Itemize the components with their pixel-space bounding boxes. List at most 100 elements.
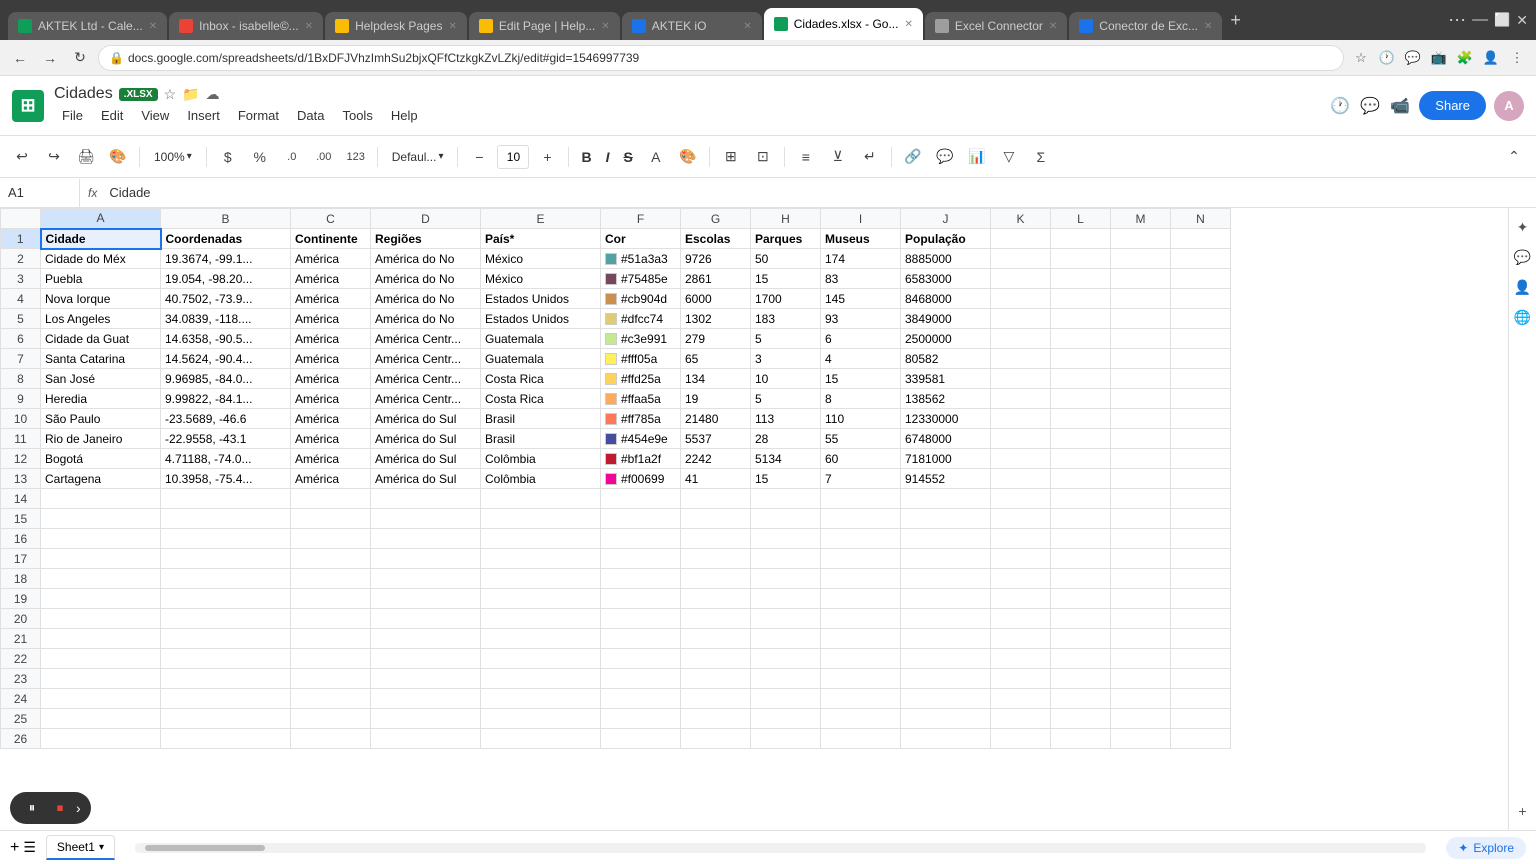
sidebar-chat-icon[interactable]: 💬: [1512, 246, 1534, 268]
cell-r18cD[interactable]: [371, 569, 481, 589]
cell-r23cM[interactable]: [1111, 669, 1171, 689]
cell-r25cJ[interactable]: [901, 709, 991, 729]
cell-r22cN[interactable]: [1171, 649, 1231, 669]
cell-r21cA[interactable]: [41, 629, 161, 649]
cell-r13cM[interactable]: [1111, 469, 1171, 489]
cell-r13cE[interactable]: Colômbia: [481, 469, 601, 489]
cell-r24cD[interactable]: [371, 689, 481, 709]
cell-r6cD[interactable]: América Centr...: [371, 329, 481, 349]
browser-tab-t7[interactable]: Excel Connector ✕: [925, 12, 1067, 40]
cell-r23cC[interactable]: [291, 669, 371, 689]
cell-r22cD[interactable]: [371, 649, 481, 669]
menu-item-format[interactable]: Format: [230, 105, 287, 126]
col-header-B[interactable]: B: [161, 209, 291, 229]
cell-r9cF[interactable]: #ffaa5a: [601, 389, 681, 409]
reload-button[interactable]: ↻: [68, 46, 92, 70]
cell-r16cG[interactable]: [681, 529, 751, 549]
add-sheet-icon[interactable]: +: [10, 839, 19, 857]
cell-r16cM[interactable]: [1111, 529, 1171, 549]
cell-r22cH[interactable]: [751, 649, 821, 669]
cell-r10cM[interactable]: [1111, 409, 1171, 429]
cell-r4cI[interactable]: 145: [821, 289, 901, 309]
cell-r22cK[interactable]: [991, 649, 1051, 669]
floating-next-button[interactable]: ›: [76, 800, 81, 816]
font-family-dropdown[interactable]: Defaul... ▾: [385, 143, 451, 171]
cell-r17cB[interactable]: [161, 549, 291, 569]
explore-button[interactable]: ✦ Explore: [1446, 837, 1526, 859]
row-header-1[interactable]: 1: [1, 229, 41, 249]
floating-stop-button[interactable]: ⏹: [48, 796, 72, 820]
cell-r20cM[interactable]: [1111, 609, 1171, 629]
link-button[interactable]: 🔗: [899, 143, 927, 171]
paint-format-button[interactable]: 🎨: [104, 143, 132, 171]
cell-r13cF[interactable]: #f00699: [601, 469, 681, 489]
cell-r5cJ[interactable]: 3849000: [901, 309, 991, 329]
cell-r21cI[interactable]: [821, 629, 901, 649]
cell-r17cJ[interactable]: [901, 549, 991, 569]
cell-r2cH[interactable]: 50: [751, 249, 821, 269]
cell-r17cF[interactable]: [601, 549, 681, 569]
cell-r15cK[interactable]: [991, 509, 1051, 529]
cell-r24cB[interactable]: [161, 689, 291, 709]
row-header-19[interactable]: 19: [1, 589, 41, 609]
menu-item-help[interactable]: Help: [383, 105, 426, 126]
cell-r9cA[interactable]: Heredia: [41, 389, 161, 409]
cell-r3cI[interactable]: 83: [821, 269, 901, 289]
cell-r13cA[interactable]: Cartagena: [41, 469, 161, 489]
decimal-decrease-button[interactable]: .0: [278, 143, 306, 171]
cell-r22cC[interactable]: [291, 649, 371, 669]
format-123-button[interactable]: 123: [342, 143, 370, 171]
cell-r21cG[interactable]: [681, 629, 751, 649]
cell-r15cE[interactable]: [481, 509, 601, 529]
cell-r21cL[interactable]: [1051, 629, 1111, 649]
cell-r14cK[interactable]: [991, 489, 1051, 509]
cell-r26cM[interactable]: [1111, 729, 1171, 749]
cell-r12cK[interactable]: [991, 449, 1051, 469]
percent-button[interactable]: %: [246, 143, 274, 171]
browser-tab-t8[interactable]: Conector de Exc... ✕: [1069, 12, 1222, 40]
cell-r22cM[interactable]: [1111, 649, 1171, 669]
cell-r18cJ[interactable]: [901, 569, 991, 589]
cell-r26cC[interactable]: [291, 729, 371, 749]
cell-r19cC[interactable]: [291, 589, 371, 609]
cell-r22cF[interactable]: [601, 649, 681, 669]
cell-r7cF[interactable]: #fff05a: [601, 349, 681, 369]
back-button[interactable]: ←: [8, 46, 32, 70]
cell-r2cE[interactable]: México: [481, 249, 601, 269]
cell-r9cM[interactable]: [1111, 389, 1171, 409]
cell-r14cL[interactable]: [1051, 489, 1111, 509]
cell-r13cK[interactable]: [991, 469, 1051, 489]
cell-r10cF[interactable]: #ff785a: [601, 409, 681, 429]
cell-r9cK[interactable]: [991, 389, 1051, 409]
cell-r6cC[interactable]: América: [291, 329, 371, 349]
browser-tab-t3[interactable]: Helpdesk Pages ✕: [325, 12, 467, 40]
cell-r22cB[interactable]: [161, 649, 291, 669]
cell-r4cM[interactable]: [1111, 289, 1171, 309]
cell-r8cB[interactable]: 9.96985, -84.0...: [161, 369, 291, 389]
cell-r9cB[interactable]: 9.99822, -84.1...: [161, 389, 291, 409]
menu-item-edit[interactable]: Edit: [93, 105, 131, 126]
cell-r18cM[interactable]: [1111, 569, 1171, 589]
cell-r17cN[interactable]: [1171, 549, 1231, 569]
browser-tab-t2[interactable]: Inbox - isabelle©... ✕: [169, 12, 323, 40]
cell-r1cN[interactable]: [1171, 229, 1231, 249]
cell-r2cK[interactable]: [991, 249, 1051, 269]
cell-r7cI[interactable]: 4: [821, 349, 901, 369]
cell-r24cH[interactable]: [751, 689, 821, 709]
cell-r24cF[interactable]: [601, 689, 681, 709]
cell-r8cM[interactable]: [1111, 369, 1171, 389]
tab-close[interactable]: ✕: [904, 19, 912, 30]
cell-r11cK[interactable]: [991, 429, 1051, 449]
cell-r11cC[interactable]: América: [291, 429, 371, 449]
cell-r18cN[interactable]: [1171, 569, 1231, 589]
cell-r6cB[interactable]: 14.6358, -90.5...: [161, 329, 291, 349]
cell-r1cE[interactable]: País*: [481, 229, 601, 249]
cell-r15cF[interactable]: [601, 509, 681, 529]
more-icon[interactable]: ⋮: [1506, 47, 1528, 69]
row-header-10[interactable]: 10: [1, 409, 41, 429]
currency-button[interactable]: $: [214, 143, 242, 171]
row-header-6[interactable]: 6: [1, 329, 41, 349]
cell-r14cE[interactable]: [481, 489, 601, 509]
cell-r1cC[interactable]: Continente: [291, 229, 371, 249]
functions-button[interactable]: Σ: [1027, 143, 1055, 171]
